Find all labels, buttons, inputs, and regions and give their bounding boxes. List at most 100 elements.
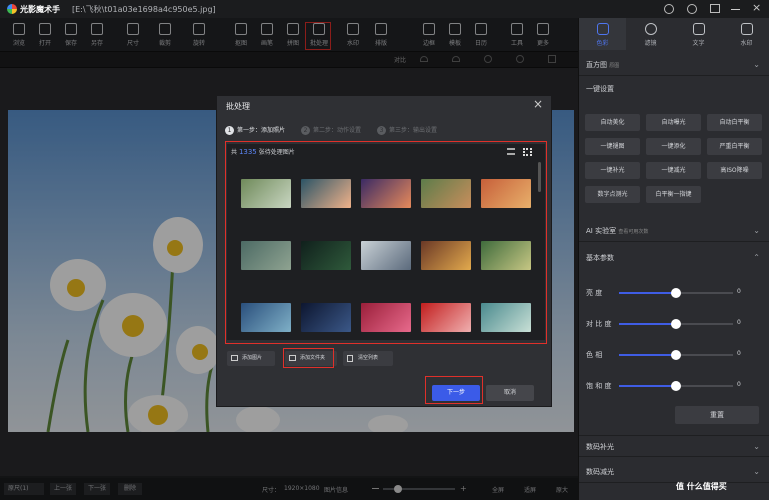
highlight-next-button [425,376,483,404]
step-number-icon: 1 [225,126,234,135]
one-click-section[interactable]: 一键设置 [579,78,769,100]
slider-value: 0 [737,288,741,295]
slider-track[interactable] [619,350,733,360]
tab-label: 水印 [740,40,753,47]
ai-lab-title: AI 实验室 [586,227,617,235]
tab-text[interactable]: 文字 [675,18,722,50]
step-number-icon: 2 [301,126,310,135]
one-click-title: 一键设置 [586,85,614,93]
slider-fill [619,354,676,356]
text-icon [692,23,705,35]
histogram-sub: 原图 [609,63,620,69]
reduce-light-section[interactable]: 数码减光 ⌄ [579,461,769,483]
chevron-down-icon: ⌄ [753,442,760,451]
slider-row: 色 相 0 [579,346,769,364]
chevron-up-icon: ⌃ [753,253,760,262]
slider-knob[interactable] [671,319,681,329]
tab-label: 文字 [692,40,705,47]
slider-label: 饱 和 度 [586,382,612,390]
slider-fill [619,323,676,325]
close-icon[interactable]: × [752,1,761,14]
preset-button[interactable]: 一键褪图 [585,138,640,155]
preset-button[interactable]: 一键减光 [646,162,701,179]
add-image-label: 添加图片 [242,355,263,361]
image-icon [231,355,238,361]
preset-button[interactable]: 自动白平衡 [707,114,762,131]
slider-label: 对 比 度 [586,320,612,328]
reduce-light-title: 数码减光 [586,468,614,476]
chevron-down-icon: ⌄ [753,60,760,69]
step-1: 1 第一步：添加照片 [225,125,285,135]
dialog-close-icon[interactable]: × [533,97,543,111]
tab-filter[interactable]: 滤镜 [627,18,674,50]
slider-fill [619,292,676,294]
step-label: 第一步：添加照片 [237,127,286,134]
tab-label: 色彩 [596,40,609,47]
clear-list-button[interactable]: 清空列表 [343,351,393,366]
step-label: 第二步：动作设置 [313,127,362,134]
tab-label: 滤镜 [644,40,657,47]
highlight-add-folder [283,348,334,368]
slider-row: 亮 度 0 [579,284,769,302]
watermark-icon [740,23,753,35]
add-image-button[interactable]: 添加图片 [227,351,275,366]
preset-button[interactable]: 一键添化 [646,138,701,155]
trash-icon [347,355,353,362]
minimize-icon[interactable] [731,9,740,10]
histogram-title: 直方图 [586,61,607,69]
preset-button[interactable]: 数字点测光 [585,186,640,203]
preset-button[interactable]: 自动曝光 [646,114,701,131]
preset-button[interactable]: 自动美化 [585,114,640,131]
slider-row: 对 比 度 0 [579,315,769,333]
histogram-section[interactable]: 直方图 原图 ⌄ [579,54,769,76]
fill-light-section[interactable]: 数码补光 ⌄ [579,435,769,457]
ai-lab-sub: 查看可用次数 [618,229,649,235]
site-watermark: 值 什么值得买 [676,478,727,496]
slider-value: 0 [737,350,741,357]
help-icon[interactable] [664,4,674,14]
app-logo-icon [7,4,17,14]
step-number-icon: 3 [377,126,386,135]
basic-params-title: 基本参数 [586,254,614,262]
file-path: [E:\飞秋\t01a03e1698a4c950e5.jpg] [72,4,216,14]
step-3: 3 第三步：输出设置 [377,125,437,135]
settings-icon[interactable] [687,4,697,14]
dialog-title: 批处理 [226,102,250,111]
title-bar: 光影魔术手 [E:\飞秋\t01a03e1698a4c950e5.jpg] × [0,0,769,18]
slider-knob[interactable] [671,288,681,298]
right-panel: 色彩 滤镜 文字 水印 直方图 原图 ⌄ 一键设置 自动美化 自动曝光 自动白平衡 一键… [578,18,769,500]
slider-fill [619,385,676,387]
slider-value: 0 [737,319,741,326]
slider-label: 亮 度 [586,289,603,297]
preset-button[interactable]: 高ISO降噪 [707,162,762,179]
preset-button[interactable]: 严重白平衡 [707,138,762,155]
ai-lab-section[interactable]: AI 实验室 查看可用次数 ⌄ [579,220,769,242]
watermark-text: 值 什么值得买 [676,482,727,491]
chevron-down-icon: ⌄ [753,226,760,235]
step-label: 第三步：输出设置 [389,127,438,134]
preset-button[interactable]: 一键补光 [585,162,640,179]
preset-button[interactable]: 白平衡一指键 [646,186,701,203]
slider-track[interactable] [619,319,733,329]
dialog-cancel-button[interactable]: 取消 [486,385,534,401]
clear-list-label: 清空列表 [358,355,379,361]
filter-icon [644,23,657,35]
slider-value: 0 [737,381,741,388]
slider-knob[interactable] [671,350,681,360]
basic-params-section[interactable]: 基本参数 ⌃ [579,247,769,269]
chevron-down-icon: ⌄ [753,467,760,476]
highlight-image-list [225,141,547,344]
slider-track[interactable] [619,288,733,298]
sliders-icon [596,23,609,35]
app-name: 光影魔术手 [20,4,60,14]
slider-knob[interactable] [671,381,681,391]
slider-label: 色 相 [586,351,603,359]
tab-watermark[interactable]: 水印 [723,18,769,50]
tab-color[interactable]: 色彩 [579,18,626,50]
slider-track[interactable] [619,381,733,391]
fill-light-title: 数码补光 [586,443,614,451]
reset-button[interactable]: 重置 [675,406,759,424]
step-2: 2 第二步：动作设置 [301,125,361,135]
slider-row: 饱 和 度 0 [579,377,769,395]
skin-icon[interactable] [710,4,720,13]
